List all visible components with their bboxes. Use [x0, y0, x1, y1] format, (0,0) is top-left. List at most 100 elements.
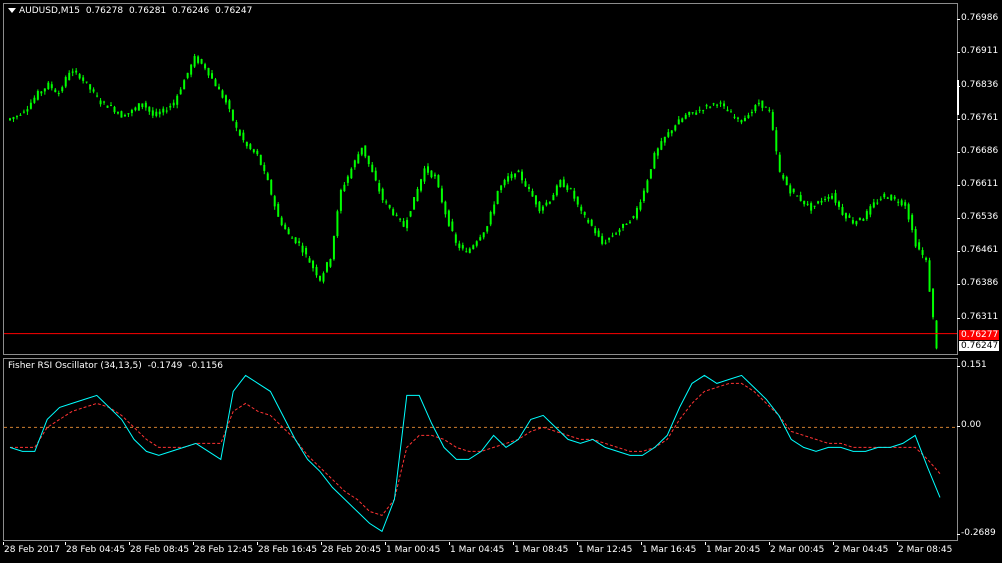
candle-body — [420, 179, 423, 191]
candle-body — [357, 154, 360, 164]
candle-body — [64, 77, 67, 87]
price-chart-canvas[interactable] — [4, 4, 957, 354]
price-scale-marker[interactable] — [957, 80, 959, 115]
candle-body — [284, 224, 287, 230]
fisher-line — [9, 374, 941, 533]
ohlc-high: 0.76281 — [128, 6, 167, 16]
candle-body — [726, 109, 729, 112]
candle-body — [886, 197, 889, 199]
price-axis-label: 0.76911 — [956, 46, 999, 57]
candle-body — [851, 220, 854, 224]
candle-body — [26, 109, 29, 112]
ohlc-close: 0.76247 — [215, 6, 253, 16]
candle-body — [252, 149, 255, 153]
candle-body — [486, 226, 489, 232]
candle-body — [514, 173, 517, 178]
candle-body — [569, 188, 572, 190]
indicator-name: Fisher RSI Oscillator (34,13,5) — [8, 361, 142, 371]
candle-body — [503, 180, 506, 186]
candle-body — [580, 206, 583, 211]
candle-body — [660, 141, 663, 150]
candle-body — [454, 234, 457, 243]
price-axis-label: 0.76686 — [956, 145, 999, 156]
price-axis-label: 0.76461 — [956, 245, 999, 256]
candle-body — [298, 241, 301, 243]
candle-body — [893, 196, 896, 199]
candle-body — [865, 211, 868, 220]
candle-body — [695, 112, 698, 115]
candle-body — [50, 84, 53, 89]
price-chart-pane[interactable]: AUDUSD,M15 0.76278 0.76281 0.76246 0.762… — [3, 3, 958, 355]
candle-body — [172, 102, 175, 106]
candle-body — [346, 176, 349, 183]
price-axis-label: 0.76311 — [956, 311, 999, 322]
candle-body — [308, 258, 311, 263]
candle-body — [329, 259, 332, 267]
indicator-header: Fisher RSI Oscillator (34,13,5) -0.1749 … — [8, 361, 226, 371]
bid-price-tag: 0.76247 — [959, 341, 999, 351]
candle-body — [813, 205, 816, 207]
candle-body — [527, 186, 530, 190]
indicator-canvas[interactable] — [4, 359, 957, 540]
candle-body — [872, 202, 875, 208]
time-axis-label: 1 Mar 00:45 — [386, 545, 441, 555]
candle-body — [249, 144, 252, 149]
candle-body — [224, 95, 227, 103]
candle-body — [771, 112, 774, 130]
candle-body — [378, 183, 381, 192]
candle-body — [925, 257, 928, 260]
candle-body — [416, 189, 419, 202]
candle-body — [716, 104, 719, 106]
candle-body — [831, 195, 834, 199]
candle-body — [461, 245, 464, 249]
indicator-value-2: -0.1156 — [188, 361, 223, 371]
price-axis-label: 0.76986 — [956, 13, 999, 24]
candle-body — [601, 236, 604, 244]
candle-body — [900, 200, 903, 206]
candle-body — [256, 150, 259, 155]
candle-body — [395, 214, 398, 216]
candle-body — [301, 245, 304, 253]
candle-body — [611, 235, 614, 237]
chart-menu-triangle-icon[interactable] — [8, 8, 16, 13]
candle-body — [555, 185, 558, 196]
candle-body — [325, 262, 328, 272]
candle-body — [681, 118, 684, 123]
candle-body — [531, 190, 534, 197]
symbol-label: AUDUSD,M15 — [19, 6, 80, 16]
candle-body — [789, 185, 792, 194]
candle-body — [684, 114, 687, 119]
candle-body — [500, 185, 503, 191]
candle-body — [231, 109, 234, 121]
candle-body — [510, 174, 513, 179]
candle-body — [75, 70, 78, 73]
candle-body — [562, 179, 565, 188]
candle-body — [534, 195, 537, 205]
time-axis-label: 28 Feb 04:45 — [66, 545, 126, 555]
candle-body — [552, 195, 555, 201]
candle-body — [493, 204, 496, 214]
candle-body — [430, 170, 433, 178]
indicator-pane[interactable]: Fisher RSI Oscillator (34,13,5) -0.1749 … — [3, 358, 958, 541]
candle-body — [935, 320, 938, 349]
candle-body — [496, 190, 499, 204]
candle-body — [305, 247, 308, 255]
candle-body — [43, 88, 46, 92]
candle-body — [670, 130, 673, 134]
candle-body — [914, 229, 917, 247]
candle-body — [538, 201, 541, 212]
candle-body — [824, 198, 827, 200]
candle-body — [315, 266, 318, 276]
candle-body — [803, 200, 806, 205]
candle-body — [214, 79, 217, 87]
candle-body — [193, 56, 196, 67]
candle-body — [402, 221, 405, 227]
candle-body — [19, 114, 22, 116]
candle-body — [548, 201, 551, 204]
time-axis-label: 28 Feb 16:45 — [258, 545, 318, 555]
candle-body — [339, 189, 342, 211]
candle-body — [844, 213, 847, 219]
candle-body — [604, 242, 607, 244]
candle-body — [71, 71, 74, 73]
candle-body — [9, 118, 11, 121]
